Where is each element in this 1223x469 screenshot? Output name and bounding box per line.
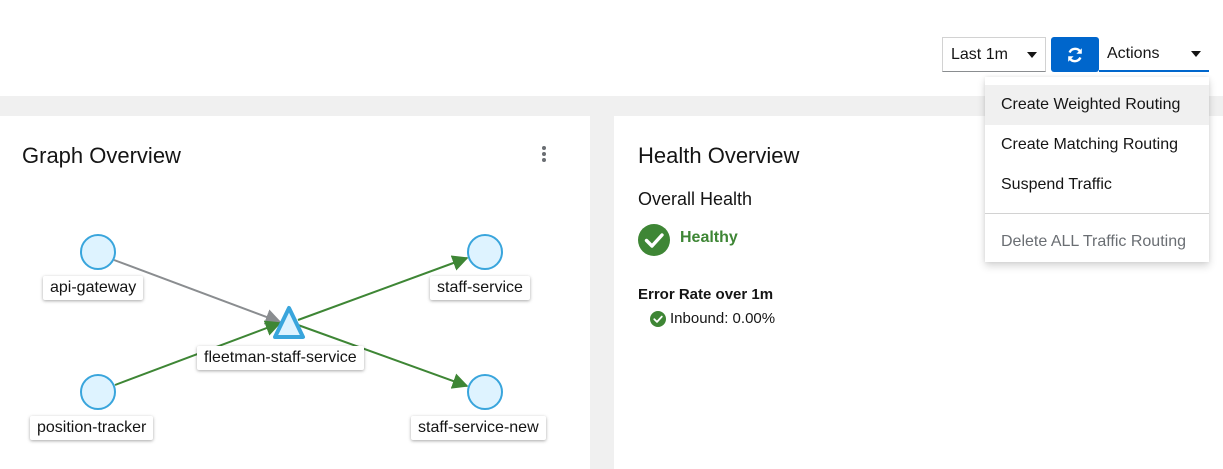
menu-divider [985,213,1209,214]
health-status: Healthy [680,229,738,246]
node-label-api-gateway[interactable]: api-gateway [43,276,144,300]
menu-item-delete-all-traffic-routing: Delete ALL Traffic Routing [1001,233,1186,250]
node-label-fleetman-staff-service[interactable]: fleetman-staff-service [197,346,364,370]
check-circle-icon [650,311,666,327]
actions-dropdown-toggle[interactable]: Actions [1099,37,1209,72]
caret-down-icon [1027,51,1037,58]
actions-label: Actions [1107,44,1160,62]
menu-item-create-weighted-routing[interactable]: Create Weighted Routing [985,85,1209,125]
node-api-gateway[interactable] [80,234,116,270]
node-staff-service-new[interactable] [467,374,503,410]
sync-icon [1068,47,1082,62]
service-graph [80,234,503,410]
menu-item-create-matching-routing[interactable]: Create Matching Routing [985,125,1209,165]
overall-health-label: Overall Health [638,189,753,209]
node-label-position-tracker[interactable]: position-tracker [30,416,154,440]
check-circle-icon [638,224,670,256]
time-range-label: Last 1m [951,45,1008,63]
node-label-staff-service-new[interactable]: staff-service-new [411,416,546,440]
health-overview-title: Health Overview [638,143,800,168]
refresh-button[interactable] [1051,37,1099,72]
caret-down-icon [1191,50,1201,57]
node-label-staff-service[interactable]: staff-service [430,276,530,300]
actions-dropdown-menu: Create Weighted Routing Create Matching … [985,77,1209,262]
node-staff-service[interactable] [467,234,503,270]
inbound-error-rate: Inbound: 0.00% [670,310,776,327]
error-rate-title: Error Rate over 1m [638,286,774,303]
menu-item-suspend-traffic[interactable]: Suspend Traffic [985,165,1209,205]
time-range-select[interactable]: Last 1m [942,37,1046,72]
node-position-tracker[interactable] [80,374,116,410]
